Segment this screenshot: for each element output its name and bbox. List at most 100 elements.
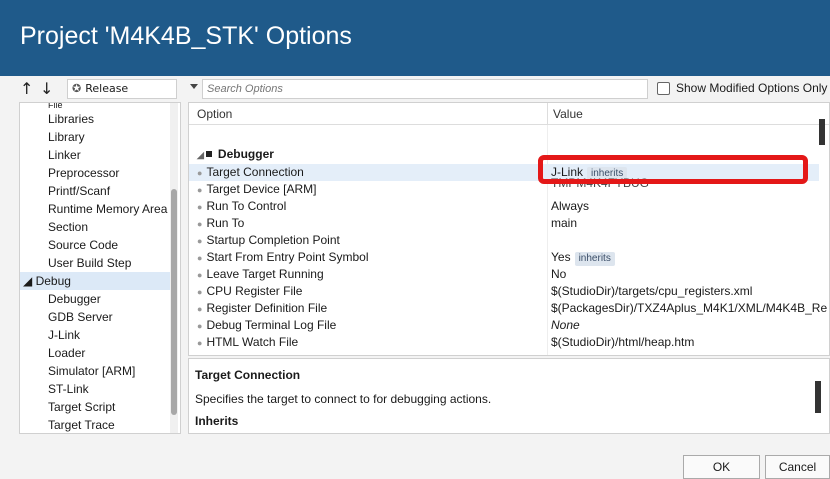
collapse-icon[interactable]: ◢	[197, 150, 204, 160]
bullet-icon: ●	[197, 236, 203, 246]
search-options-input[interactable]	[202, 79, 648, 99]
option-label: Run To	[206, 216, 245, 230]
option-label: Target Device [ARM]	[206, 182, 317, 196]
tree-item[interactable]: Linker	[48, 146, 81, 164]
option-row[interactable]: ● HTML Watch File $(StudioDir)/html/heap.h…	[189, 334, 819, 351]
tree-item[interactable]: Target Script	[48, 398, 115, 416]
option-label: Run To Control	[206, 199, 287, 213]
option-label: Register Definition File	[206, 301, 328, 315]
option-name: ● Run To	[197, 215, 244, 233]
option-row[interactable]: ● Run To main	[189, 215, 819, 232]
option-value[interactable]: Yes inherits	[551, 249, 615, 266]
option-row[interactable]: ● Start From Entry Point Symbol Yes inherit…	[189, 249, 819, 266]
tree-item[interactable]: Debugger	[48, 290, 101, 308]
tree-item[interactable]: Target Trace	[48, 416, 115, 433]
tree-item[interactable]: J-Link	[48, 326, 80, 344]
window-title: Project 'M4K4B_STK' Options	[20, 22, 352, 50]
option-label: CPU Register File	[206, 284, 303, 298]
option-name: ● Start From Entry Point Symbol	[197, 249, 368, 267]
tree-item[interactable]: Library	[48, 128, 85, 146]
option-row[interactable]: ● Run To Control Always	[189, 198, 819, 215]
grid-scroll-thumb[interactable]	[819, 119, 825, 145]
move-down-icon[interactable]: ↓	[40, 79, 53, 98]
option-row[interactable]: ● Debug Terminal Log File None	[189, 317, 819, 334]
group-debugger[interactable]: ◢ Debugger	[197, 147, 274, 161]
option-value-text: $(StudioDir)/html/heap.htm	[551, 335, 695, 349]
option-label: Leave Target Running	[206, 267, 324, 281]
option-value[interactable]: main	[551, 215, 577, 232]
configuration-select[interactable]: ✪ Release	[67, 79, 177, 99]
configuration-label: Release	[85, 82, 129, 95]
tree-item[interactable]: Section	[48, 218, 88, 236]
option-label: Startup Completion Point	[206, 233, 340, 247]
description-text: Specifies the target to connect to for d…	[195, 392, 492, 406]
ok-button[interactable]: OK	[683, 455, 760, 479]
tree-item[interactable]: Libraries	[48, 110, 94, 128]
title-bar: Project 'M4K4B_STK' Options	[0, 0, 830, 76]
option-value-text: $(PackagesDir)/TXZ4Aplus_M4K1/XML/M4K4B_…	[551, 301, 828, 315]
option-row[interactable]: ● Register Definition File $(PackagesDir)/…	[189, 300, 827, 318]
option-name: ● Register Definition File	[197, 300, 327, 318]
bullet-icon: ●	[197, 185, 203, 195]
column-option-header[interactable]: Option	[197, 107, 232, 121]
option-label: Debug Terminal Log File	[206, 318, 337, 332]
option-value[interactable]: $(PackagesDir)/TXZ4Aplus_M4K1/XML/M4K4B_…	[551, 300, 827, 317]
option-row[interactable]: ● Leave Target Running No	[189, 266, 819, 283]
option-value-text: $(StudioDir)/targets/cpu_registers.xml	[551, 284, 753, 298]
bullet-icon: ●	[197, 270, 203, 280]
option-row[interactable]: ● CPU Register File $(StudioDir)/targets/c…	[189, 283, 819, 300]
options-grid: Option Value ◢ Debugger ● Target Connectio…	[188, 102, 830, 356]
bullet-icon: ●	[197, 338, 203, 348]
option-name: ● HTML Watch File	[197, 334, 298, 352]
option-name: ● CPU Register File	[197, 283, 302, 301]
bullet-icon: ●	[197, 202, 203, 212]
tree-item[interactable]: Loader	[48, 344, 85, 362]
column-value-header[interactable]: Value	[553, 107, 583, 121]
option-value[interactable]: $(StudioDir)/targets/cpu_registers.xml	[551, 283, 752, 300]
description-title: Target Connection	[195, 368, 301, 382]
cancel-button[interactable]: Cancel	[765, 455, 830, 479]
option-value-text: Yes	[551, 250, 571, 264]
tree-item[interactable]: Preprocessor	[48, 164, 119, 182]
tree-item[interactable]: Printf/Scanf	[48, 182, 110, 200]
tree-item[interactable]: GDB Server	[48, 308, 113, 326]
option-label: Target Connection	[206, 165, 304, 179]
option-value[interactable]: $(StudioDir)/html/heap.htm	[551, 334, 694, 351]
option-label: HTML Watch File	[206, 335, 299, 349]
option-name: ● Debug Terminal Log File	[197, 317, 336, 335]
option-name: ● Target Connection	[197, 164, 304, 182]
option-value[interactable]: No	[551, 266, 566, 283]
inherits-heading: Inherits	[195, 414, 239, 428]
highlight-box	[538, 155, 808, 184]
options-tree: File Libraries Library Linker Preprocessor P…	[19, 102, 181, 434]
option-label: Start From Entry Point Symbol	[206, 250, 369, 264]
bullet-icon: ●	[197, 321, 203, 331]
bullet-icon: ●	[197, 168, 203, 178]
option-value-text: main	[551, 216, 578, 230]
option-value-text: No	[551, 267, 567, 281]
show-modified-checkbox[interactable]	[657, 82, 670, 95]
bullet-icon: ●	[197, 219, 203, 229]
tree-item[interactable]: Source Code	[48, 236, 118, 254]
option-value[interactable]: Always	[551, 198, 589, 215]
move-up-icon[interactable]: ↑	[20, 79, 33, 98]
option-value[interactable]: None	[551, 317, 580, 334]
grid-header: Option Value	[189, 103, 829, 125]
bullet-icon: ●	[197, 287, 203, 297]
description-scroll-thumb[interactable]	[815, 381, 821, 413]
toolbar: ↑ ↓ ✪Release Show Modified Options Only	[0, 76, 830, 102]
option-name: ● Run To Control	[197, 198, 286, 216]
tree-scroll-thumb[interactable]	[171, 189, 177, 415]
option-row[interactable]: ● Startup Completion Point	[189, 232, 819, 249]
group-icon	[205, 151, 212, 157]
tree-item[interactable]: Runtime Memory Area	[48, 200, 167, 218]
tree-item[interactable]: ◢ Debug	[20, 272, 170, 290]
tree-item[interactable]: ST-Link	[48, 380, 89, 398]
group-label: Debugger	[217, 147, 274, 161]
tree-item[interactable]: Simulator [ARM]	[48, 362, 135, 380]
bullet-icon: ●	[197, 253, 203, 263]
option-name: ● Startup Completion Point	[197, 232, 340, 250]
tree-item[interactable]: User Build Step	[48, 254, 131, 272]
show-modified-label: Show Modified Options Only	[676, 81, 828, 95]
search-dropdown-icon[interactable]	[190, 84, 198, 89]
